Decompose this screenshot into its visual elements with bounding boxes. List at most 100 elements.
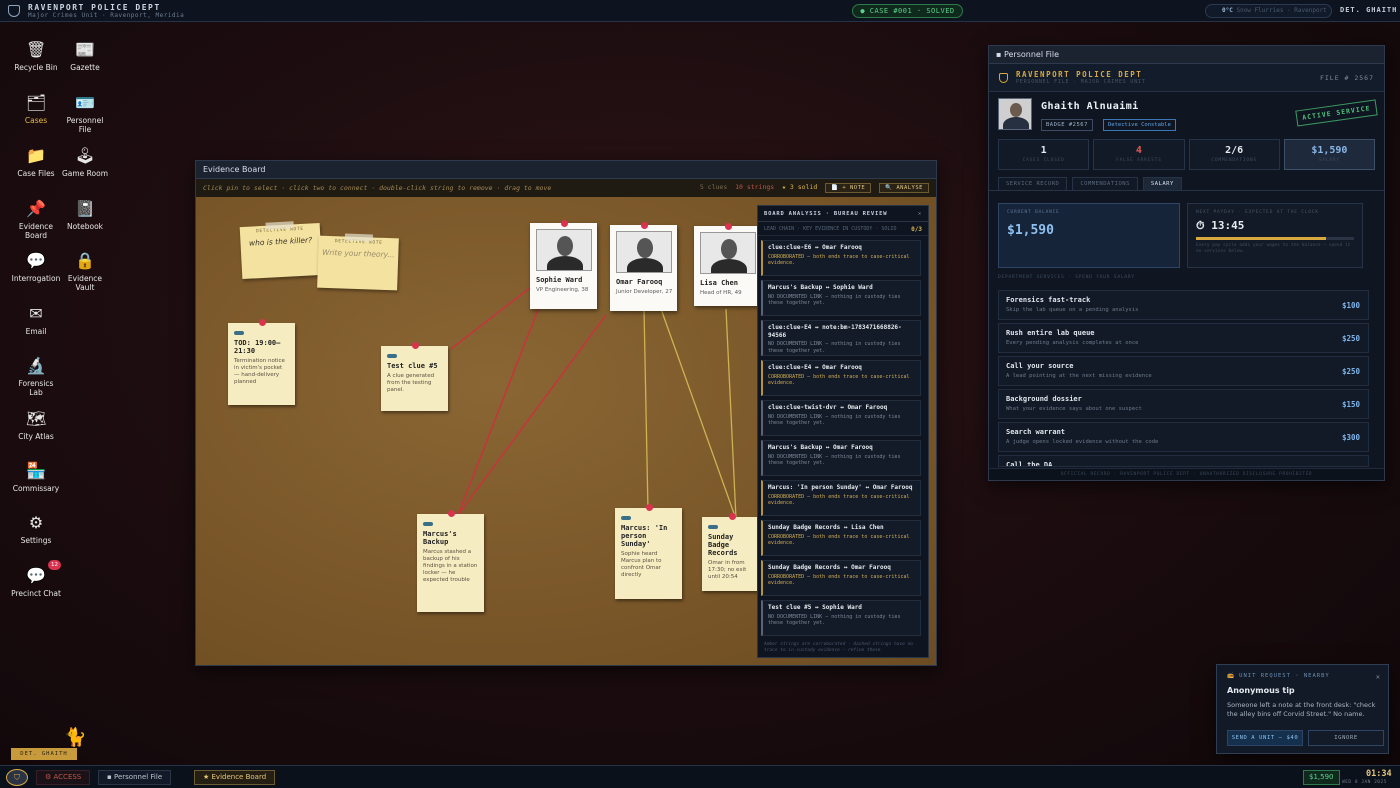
analysis-status: CORROBORATED — both ends trace to case-c…	[768, 253, 910, 267]
analysis-item[interactable]: Sunday Badge Records ↔ Omar Farooq CORROB…	[761, 560, 921, 596]
analysis-item[interactable]: Test clue #5 ↔ Sophie Ward NO DOCUMENTED …	[761, 600, 921, 636]
desktop-icon-interrogation[interactable]: 💬 Interrogation	[11, 251, 61, 283]
desktop-icon-settings[interactable]: ⚙ Settings	[11, 513, 61, 545]
window-title[interactable]: Evidence Board	[196, 161, 936, 179]
desktop-icon-recycle-bin[interactable]: 🗑 Recycle Bin	[11, 40, 61, 72]
user-tag[interactable]: DET. GHAITH	[11, 748, 77, 760]
desktop-icon-gazette[interactable]: 📰 Gazette	[60, 40, 110, 72]
pin-icon[interactable]	[447, 510, 455, 517]
desktop-icon-label: Recycle Bin	[14, 63, 58, 72]
pin-icon[interactable]	[729, 513, 736, 520]
service-item[interactable]: Call your source A lead pointing at the n…	[998, 356, 1369, 386]
unit-name: Major Crimes Unit · Ravenport, Meridia	[28, 11, 185, 19]
close-icon[interactable]: ✕	[918, 211, 922, 217]
service-item[interactable]: Forensics fast-track Skip the lab queue o…	[998, 290, 1369, 320]
close-icon[interactable]: ✕	[1376, 673, 1380, 681]
stat-cases-closed: 1 CASES CLOSED	[998, 139, 1090, 170]
user-name[interactable]: DET. GHAITH	[1340, 6, 1397, 14]
detective-sticky-note[interactable]: DETECTIVE NOTE Write your theory...	[317, 233, 399, 291]
unit-request-popup[interactable]: 📻 UNIT REQUEST · NEARBY ✕ Anonymous tip …	[1216, 664, 1389, 754]
case-status-badge[interactable]: ● CASE #001 · SOLVED	[852, 4, 963, 18]
clue-card[interactable]: Sunday Badge Records Omar in from 17:30; …	[702, 513, 762, 591]
service-item[interactable]: Search warrant A judge opens locked evide…	[998, 422, 1369, 452]
desktop-icon-email[interactable]: ✉ Email	[11, 304, 61, 336]
service-item[interactable]: Rush entire lab queue Every pending analy…	[998, 323, 1369, 353]
pin-icon[interactable]	[560, 220, 568, 227]
add-note-button[interactable]: 📄 + NOTE	[825, 183, 872, 193]
suspect-photo[interactable]: Sophie Ward VP Engineering, 38	[530, 220, 597, 309]
email-icon: ✉	[29, 304, 43, 323]
service-item[interactable]: Background dossier What your evidence say…	[998, 389, 1369, 419]
analysis-title: BOARD ANALYSIS · BUREAU REVIEW ✕	[758, 206, 928, 222]
board-analysis-panel[interactable]: BOARD ANALYSIS · BUREAU REVIEW ✕ LEAD CHA…	[757, 205, 929, 658]
access-button[interactable]: ⚙ ACCESS	[36, 770, 91, 785]
analysis-item[interactable]: Marcus: 'In person Sunday' ↔ Omar Farooq…	[761, 480, 921, 516]
analysis-item[interactable]: clue:clue-E4 ↔ Omar Farooq CORROBORATED —…	[761, 360, 921, 396]
detective-sticky-note[interactable]: DETECTIVE NOTE who is the killer?	[239, 221, 323, 280]
pin-icon[interactable]	[640, 222, 648, 229]
desktop-icon-cases[interactable]: 🗂 Cases	[11, 93, 61, 125]
analysis-item[interactable]: Marcus's Backup ↔ Sophie Ward NO DOCUMENT…	[761, 280, 921, 316]
pin-icon[interactable]	[724, 223, 732, 230]
desktop-icon-notebook[interactable]: 📓 Notebook	[60, 199, 110, 231]
cat-icon[interactable]: 🐈	[64, 727, 86, 748]
desktop-icon-forensics-lab[interactable]: 🔬 Forensics Lab	[11, 356, 61, 397]
taskbar-tab-label: Personnel File	[113, 773, 163, 781]
clock-time: 01:34	[1366, 769, 1392, 779]
personnel-file-window[interactable]: ▪ Personnel File RAVENPORT POLICE DEPT PE…	[988, 45, 1385, 481]
clue-card[interactable]: Test clue #5 A clue generated from the te…	[381, 342, 448, 411]
desktop-icon-precinct-chat[interactable]: 💬 Precinct Chat 12	[11, 560, 61, 598]
analysis-item[interactable]: clue:clue-twist-dvr ↔ Omar Farooq NO DOCU…	[761, 400, 921, 436]
taskbar-personnel-file[interactable]: ▪ Personnel File	[98, 770, 172, 785]
ignore-button[interactable]: IGNORE	[1308, 730, 1384, 746]
pin-icon[interactable]	[258, 319, 266, 326]
desktop-icon-case-files[interactable]: 📁 Case Files	[11, 146, 61, 178]
suspect-photo[interactable]: Omar Farooq Junior Developer, 27	[610, 222, 677, 311]
tip-body: Someone left a note at the front desk: "…	[1227, 701, 1376, 718]
employee-header: Ghaith Alnuaimi BADGE #2567 Detective Co…	[989, 92, 1384, 136]
analyse-button[interactable]: 🔍 ANALYSE	[879, 183, 929, 193]
service-item[interactable]: Call the DA	[998, 455, 1369, 467]
stats-row: 1 CASES CLOSED 4 FALSE ARRESTS 2/6 COMMENDA…	[989, 139, 1384, 170]
pin-icon[interactable]	[411, 342, 419, 349]
file-number: FILE # 2567	[1319, 73, 1374, 82]
start-badge-icon[interactable]: ⛉	[6, 769, 28, 786]
analysis-pair: clue:clue-E4 ↔ Omar Farooq	[768, 364, 862, 371]
desktop-icon-label: Forensics Lab	[18, 379, 54, 397]
clue-card[interactable]: Marcus's Backup Marcus stashed a backup o…	[417, 510, 484, 612]
analysis-item[interactable]: clue:clue-E4 ↔ note:bm-1783471668826-945…	[761, 320, 921, 356]
send-unit-button[interactable]: SEND A UNIT — $40	[1227, 730, 1303, 746]
dept-header: RAVENPORT POLICE DEPT PERSONNEL FILE · MA…	[989, 64, 1384, 92]
tab-service-record[interactable]: SERVICE RECORD	[998, 177, 1068, 190]
analysis-pair: Test clue #5 ↔ Sophie Ward	[768, 604, 862, 611]
desktop-icon-evidence-board[interactable]: 📌 Evidence Board	[11, 199, 61, 240]
desktop-icon-game-room[interactable]: 🕹 Game Room	[60, 146, 110, 178]
shield-icon	[999, 72, 1008, 83]
string-red	[450, 286, 532, 350]
service-desc: A lead pointing at the next missing evid…	[1006, 373, 1152, 379]
pin-icon[interactable]	[645, 504, 653, 511]
clue-body: Marcus stashed a backup of his findings …	[423, 549, 478, 583]
analysis-list[interactable]: clue:clue-E6 ↔ Omar Farooq CORROBORATED —…	[758, 240, 928, 636]
clue-card[interactable]: Marcus: 'In person Sunday' Sophie heard M…	[615, 504, 682, 599]
tab-salary[interactable]: SALARY	[1142, 177, 1182, 190]
desktop-icon-label: Notebook	[66, 222, 104, 231]
sticky-text[interactable]: Write your theory...	[318, 248, 398, 260]
clue-card[interactable]: TOD: 19:00–21:30 Termination notice in vi…	[228, 319, 295, 405]
suspect-role: Head of HR, 49	[700, 290, 742, 296]
notebook-icon: 📓	[75, 199, 95, 218]
tab-commendations[interactable]: COMMENDATIONS	[1072, 177, 1138, 190]
desktop-icon-commissary[interactable]: 🏪 Commissary	[11, 461, 61, 493]
string-red	[457, 314, 607, 516]
desktop-icon-city-atlas[interactable]: 🗺 City Atlas	[11, 409, 61, 441]
analysis-item[interactable]: clue:clue-E6 ↔ Omar Farooq CORROBORATED —…	[761, 240, 921, 276]
desktop-icon-evidence-vault[interactable]: 🔒 Evidence Vault	[60, 251, 110, 292]
desktop-icon-personnel-file[interactable]: 🪪 Personnel File	[60, 93, 110, 134]
taskbar: ⛉ ⚙ ACCESS ▪ Personnel File ★ Evidence B…	[0, 765, 1400, 788]
window-title[interactable]: ▪ Personnel File	[989, 46, 1384, 64]
sticky-text[interactable]: who is the killer?	[240, 235, 320, 248]
suspect-photo[interactable]: Lisa Chen Head of HR, 49	[694, 223, 761, 306]
analysis-item[interactable]: Marcus's Backup ↔ Omar Farooq NO DOCUMENT…	[761, 440, 921, 476]
analysis-item[interactable]: Sunday Badge Records ↔ Lisa Chen CORROBOR…	[761, 520, 921, 556]
taskbar-evidence-board[interactable]: ★ Evidence Board	[194, 770, 276, 785]
